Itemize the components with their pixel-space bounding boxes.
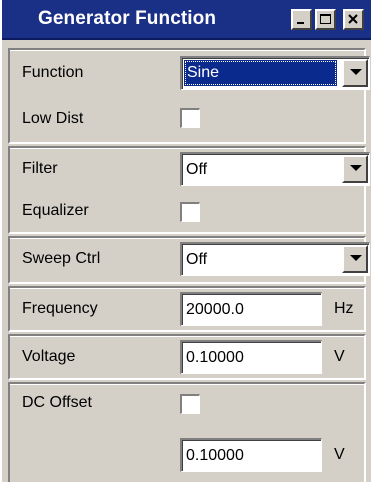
sweep-ctrl-dropdown-button[interactable] — [342, 245, 368, 273]
low-dist-label: Low Dist — [22, 110, 84, 127]
filter-value: Off — [186, 161, 208, 178]
close-icon — [348, 14, 358, 24]
frequency-input[interactable]: 20000.0 — [180, 292, 322, 326]
voltage-group: Voltage 0.10000 V — [8, 334, 366, 380]
voltage-unit: V — [334, 348, 345, 365]
maximize-icon — [320, 14, 331, 24]
function-dropdown[interactable]: Sine — [180, 56, 370, 90]
voltage-label: Voltage — [22, 348, 76, 365]
title-bar[interactable]: Generator Function — [2, 0, 371, 40]
maximize-button[interactable] — [315, 9, 336, 30]
filter-dropdown-button[interactable] — [342, 155, 368, 183]
window-title: Generator Function — [38, 8, 217, 29]
filter-dropdown[interactable]: Off — [180, 152, 370, 186]
dc-offset-unit: V — [334, 446, 345, 463]
minimize-button[interactable] — [291, 9, 312, 30]
close-button[interactable] — [343, 9, 364, 30]
function-dropdown-button[interactable] — [342, 59, 368, 87]
sweep-ctrl-value: Off — [186, 251, 208, 268]
frequency-label: Frequency — [22, 300, 98, 317]
chevron-down-icon — [350, 165, 362, 171]
frequency-group: Frequency 20000.0 Hz — [8, 286, 366, 332]
function-label: Function — [22, 64, 84, 81]
function-selected: Sine — [184, 60, 337, 86]
generator-function-window: Generator Function Function Sine Low Dis… — [2, 0, 371, 482]
dc-offset-value: 0.10000 — [186, 447, 244, 464]
filter-label: Filter — [22, 160, 58, 177]
equalizer-checkbox[interactable] — [180, 202, 200, 222]
dc-offset-input[interactable]: 0.10000 — [180, 438, 322, 472]
equalizer-label: Equalizer — [22, 202, 89, 219]
filter-group: Filter Off Equalizer — [8, 146, 370, 234]
voltage-value: 0.10000 — [186, 349, 244, 366]
function-group: Function Sine Low Dist — [8, 48, 370, 144]
dc-offset-checkbox[interactable] — [180, 394, 200, 414]
function-value: Sine — [187, 64, 220, 81]
frequency-value: 20000.0 — [186, 301, 244, 318]
minimize-icon — [297, 22, 304, 24]
sweep-ctrl-label: Sweep Ctrl — [22, 250, 101, 267]
dc-offset-label: DC Offset — [22, 394, 92, 411]
chevron-down-icon — [350, 69, 362, 75]
sweep-ctrl-dropdown[interactable]: Off — [180, 242, 370, 276]
frequency-unit: Hz — [334, 300, 354, 317]
chevron-down-icon — [350, 255, 362, 261]
low-dist-checkbox[interactable] — [180, 108, 200, 128]
sweep-group: Sweep Ctrl Off — [8, 236, 370, 284]
voltage-input[interactable]: 0.10000 — [180, 340, 322, 374]
dc-offset-group: DC Offset 0.10000 V — [8, 382, 366, 482]
